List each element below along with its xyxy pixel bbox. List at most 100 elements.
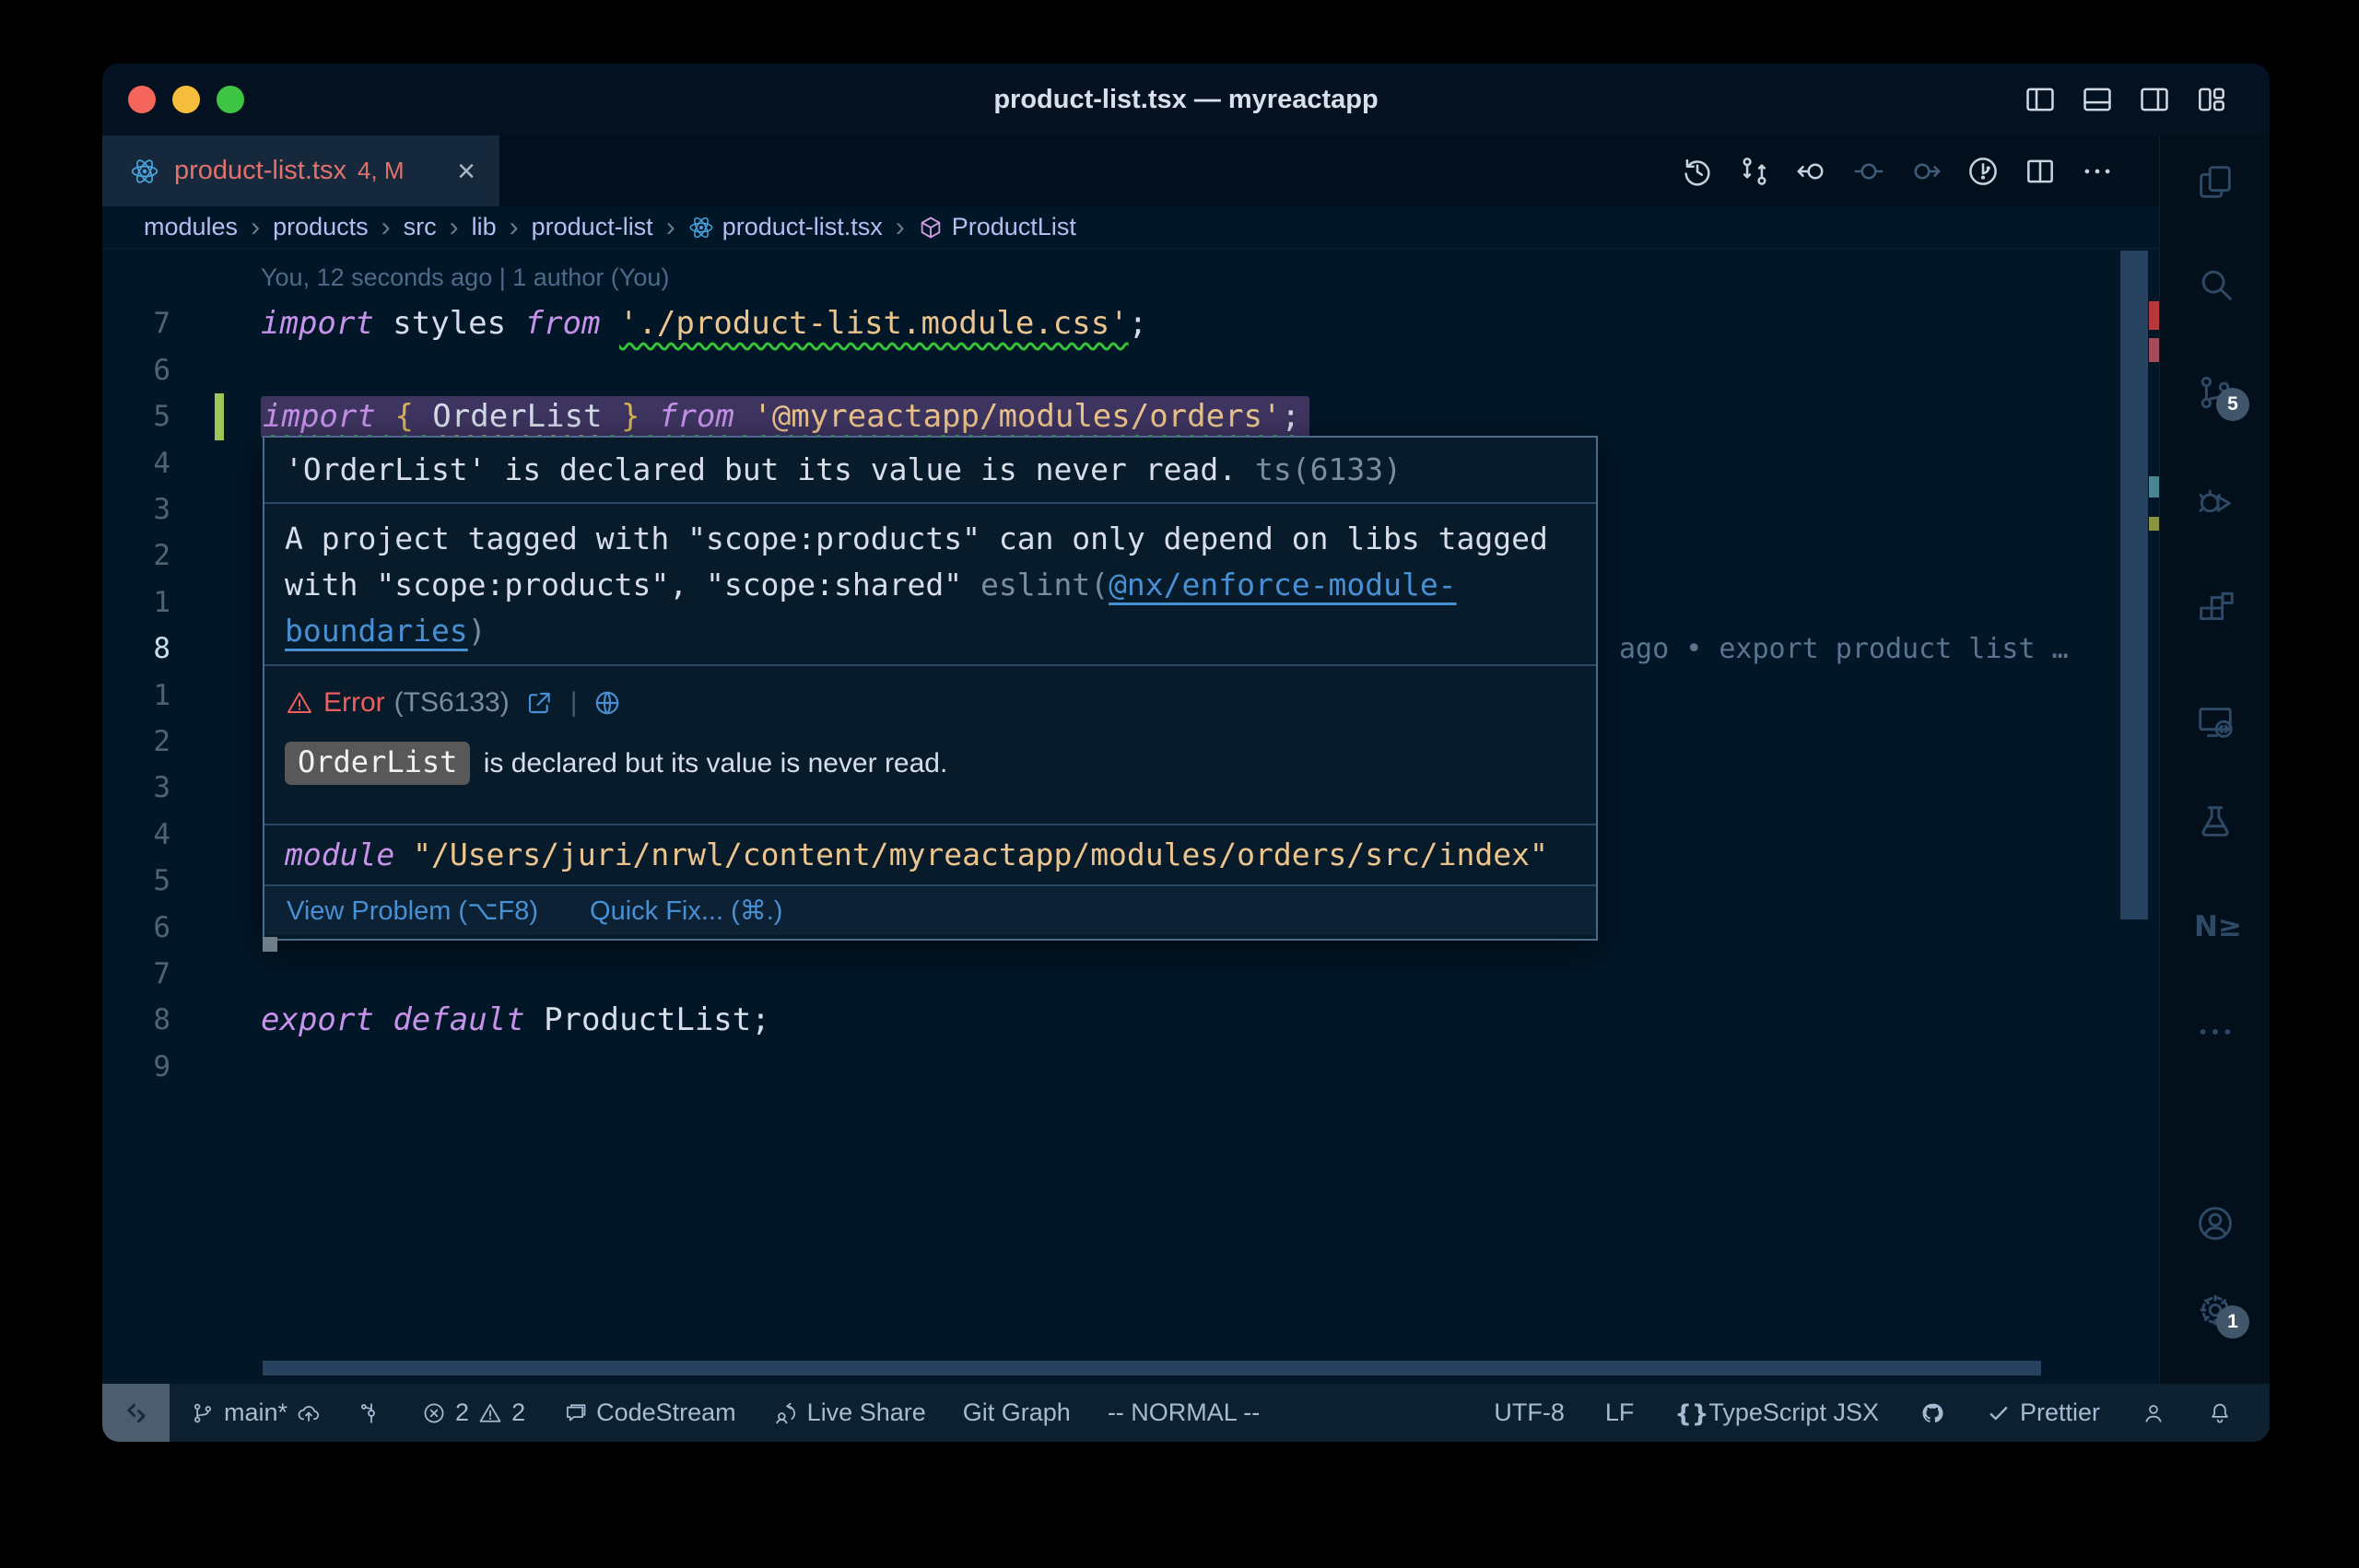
token: [600, 305, 618, 342]
error-code: (TS6133): [394, 687, 510, 719]
breadcrumb-item-product-list-tsx[interactable]: product-list.tsx: [688, 213, 883, 241]
code-row[interactable]: 8export default ProductList;: [102, 997, 2111, 1044]
layout-sidebar-left-icon[interactable]: [2023, 82, 2058, 117]
token: ;: [1129, 305, 1147, 342]
eslint-message: A project tagged with "scope:products" c…: [285, 521, 1548, 556]
status-item-normal[interactable]: -- NORMAL --: [1108, 1398, 1260, 1427]
status-label: -- NORMAL --: [1108, 1398, 1260, 1427]
nav-back-icon[interactable]: [1794, 154, 1829, 189]
status-label: TypeScript JSX: [1708, 1398, 1879, 1427]
status-item-git-graph[interactable]: Git Graph: [963, 1398, 1071, 1427]
status-item-check[interactable]: Prettier: [1986, 1398, 2100, 1427]
line-number: 3: [102, 765, 170, 812]
token: from: [525, 305, 601, 342]
horizontal-scrollbar[interactable]: [263, 1361, 2041, 1375]
breadcrumb-label: ProductList: [952, 213, 1076, 241]
close-tab-icon[interactable]: ×: [457, 156, 475, 187]
view-problem-action[interactable]: View Problem (⌥F8): [287, 895, 538, 927]
line-number: 4: [102, 812, 170, 859]
layout-panel-icon[interactable]: [2080, 82, 2115, 117]
globe-icon[interactable]: [593, 688, 622, 718]
line-number: 9: [102, 1044, 170, 1091]
status-item-share[interactable]: Live Share: [773, 1398, 926, 1427]
activity-badge: 5: [2216, 388, 2249, 421]
breadcrumb-item-products[interactable]: products: [273, 213, 369, 241]
git-compare-icon[interactable]: [1737, 154, 1772, 189]
activity-item-more[interactable]: [2194, 1011, 2236, 1053]
breadcrumb-item-productlist[interactable]: ProductList: [918, 213, 1076, 241]
status-item-commit-graph[interactable]: [358, 1400, 384, 1426]
vertical-scrollbar[interactable]: [2120, 251, 2148, 919]
code-row[interactable]: 7import styles from './product-list.modu…: [102, 300, 2111, 347]
token: default: [393, 1001, 524, 1038]
react-icon: [130, 157, 159, 186]
status-item-bell[interactable]: [2207, 1400, 2233, 1426]
nav-forward-icon[interactable]: [1908, 154, 1943, 189]
status-item-github[interactable]: [1919, 1400, 1945, 1426]
share-icon: [773, 1400, 799, 1426]
quick-fix-action[interactable]: Quick Fix... (⌘.): [590, 895, 782, 927]
status-item-lf[interactable]: LF: [1605, 1398, 1635, 1427]
activity-item-source-control[interactable]: 5: [2194, 371, 2236, 414]
split-editor-icon[interactable]: [2023, 154, 2058, 189]
vscode-window: product-list.tsx — myreactapp product-li…: [102, 64, 2270, 1442]
layout-sidebar-right-icon[interactable]: [2137, 82, 2172, 117]
chevron-right-icon: ›: [251, 212, 260, 243]
activity-item-debug[interactable]: [2194, 480, 2236, 522]
status-item-utf-8[interactable]: UTF-8: [1494, 1398, 1565, 1427]
activity-item-remote-explorer[interactable]: [2194, 701, 2236, 743]
eslint-message: with "scope:products", "scope:shared": [285, 567, 980, 603]
nav-dot-icon[interactable]: [1851, 154, 1886, 189]
status-item-braces[interactable]: {}TypeScript JSX: [1674, 1398, 1879, 1427]
code-row: 7: [102, 951, 2111, 998]
token: import: [263, 398, 376, 435]
breadcrumb-item-lib[interactable]: lib: [472, 213, 497, 241]
nx-rule-link[interactable]: @nx/enforce-module-: [1109, 567, 1457, 603]
remote-indicator-button[interactable]: [102, 1384, 170, 1442]
token: }: [621, 398, 640, 435]
feedback-icon: [2141, 1400, 2166, 1426]
activity-item-files[interactable]: [2194, 161, 2236, 204]
activity-item-settings[interactable]: 1: [2194, 1289, 2236, 1331]
layout-grid-icon[interactable]: [2194, 82, 2229, 117]
token: [376, 398, 394, 435]
run-circle-icon[interactable]: [1966, 154, 2001, 189]
tab-product-list-tsx[interactable]: product-list.tsx 4, M ×: [102, 135, 500, 206]
code-line: export default ProductList;: [261, 997, 770, 1044]
line-number: 7: [102, 951, 170, 998]
activity-item-search[interactable]: [2194, 263, 2236, 306]
error-label: Error: [323, 687, 385, 719]
history-icon[interactable]: [1680, 154, 1715, 189]
breadcrumb-label: products: [273, 213, 369, 241]
token: [374, 1001, 393, 1038]
line-number: 7: [102, 300, 170, 347]
activity-item-nx[interactable]: N≥: [2194, 906, 2236, 948]
nx-rule-link[interactable]: boundaries: [285, 613, 468, 649]
warning-triangle-icon: [477, 1400, 503, 1426]
diagnostic-source: ts(6133): [1237, 451, 1402, 487]
activity-item-account[interactable]: [2194, 1202, 2236, 1245]
breadcrumb-item-src[interactable]: src: [404, 213, 437, 241]
check-icon: [1986, 1400, 2012, 1426]
status-bar: main* 22 CodeStream Live Share Git Graph -- N…: [102, 1384, 2270, 1442]
status-item-git-branch[interactable]: main*: [190, 1398, 322, 1427]
symbol-box-icon: [918, 215, 944, 240]
external-link-icon[interactable]: [524, 688, 554, 718]
activity-item-beaker[interactable]: [2194, 801, 2236, 843]
activity-item-extensions[interactable]: [2194, 587, 2236, 629]
status-label: Prettier: [2020, 1398, 2100, 1427]
chevron-right-icon: ›: [381, 212, 391, 243]
breadcrumb-item-modules[interactable]: modules: [144, 213, 238, 241]
status-item-feedback[interactable]: [2141, 1400, 2166, 1426]
line-number: 8: [102, 626, 170, 673]
beaker-icon: [2194, 801, 2236, 843]
status-item-error-circle[interactable]: 22: [421, 1398, 525, 1427]
token: [603, 398, 621, 435]
more-icon[interactable]: [2080, 154, 2115, 189]
code-row[interactable]: 5import { OrderList } from '@myreactapp/…: [102, 393, 2111, 440]
hover-resize-grip[interactable]: [263, 937, 277, 952]
breadcrumb-item-product-list[interactable]: product-list: [532, 213, 653, 241]
account-icon: [2194, 1202, 2236, 1245]
status-item-comment[interactable]: CodeStream: [562, 1398, 736, 1427]
orderlist-badge: OrderList: [285, 742, 470, 785]
